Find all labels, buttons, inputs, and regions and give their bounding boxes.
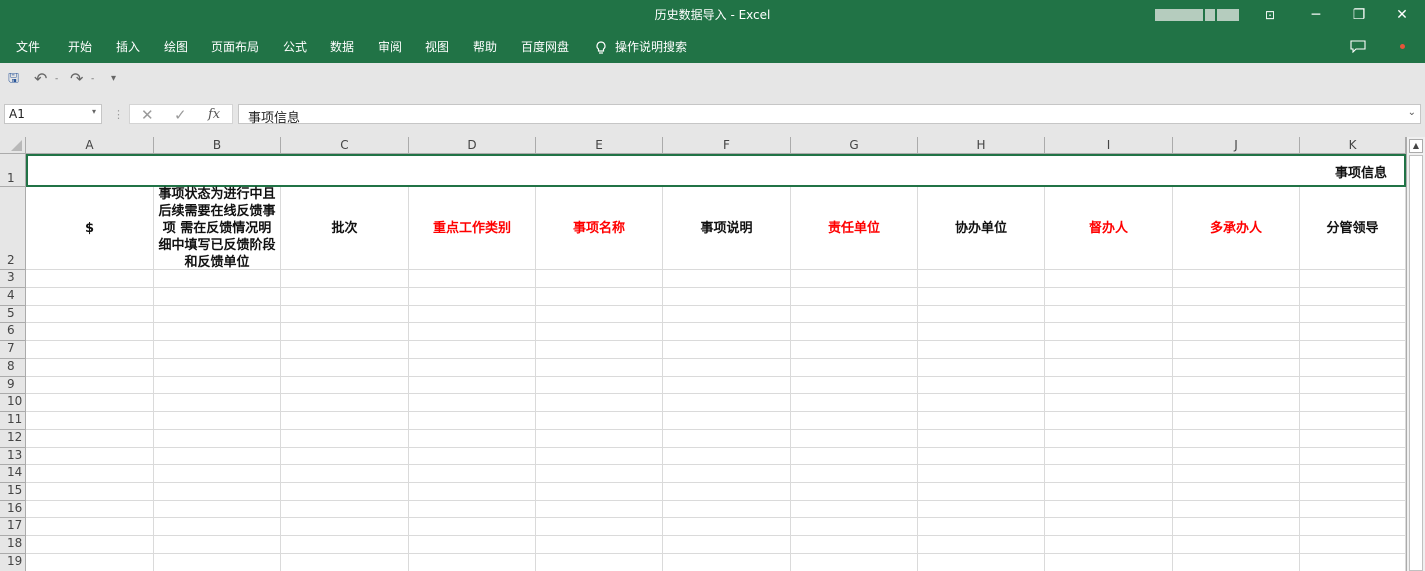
tab-insert[interactable]: 插入 — [116, 31, 140, 63]
enter-icon[interactable]: ✓ — [174, 106, 187, 124]
worksheet-grid[interactable]: A B C D E F G H I J K 1 2 3 4 5 6 7 8 9 … — [0, 137, 1406, 571]
tab-baidu-netdisk[interactable]: 百度网盘 — [521, 31, 569, 63]
tab-draw[interactable]: 绘图 — [164, 31, 188, 63]
column-header-k[interactable]: K — [1300, 137, 1406, 154]
row-header-19[interactable]: 19 — [0, 554, 26, 571]
tab-page-layout[interactable]: 页面布局 — [211, 31, 259, 63]
lightbulb-icon — [596, 40, 606, 54]
expand-formula-bar-icon[interactable]: ⌄ — [1408, 107, 1416, 118]
row-header-14[interactable]: 14 — [0, 465, 26, 483]
column-header-e[interactable]: E — [536, 137, 663, 154]
header-cell-g2[interactable]: 责任单位 — [791, 187, 918, 270]
sheet-title: 事项信息 — [1334, 166, 1387, 181]
save-icon[interactable]: 🖫 — [8, 71, 19, 87]
row-header-10[interactable]: 10 — [0, 394, 26, 412]
scrollbar-thumb[interactable] — [1409, 155, 1423, 571]
row-header-12[interactable]: 12 — [0, 430, 26, 448]
row-header-9[interactable]: 9 — [0, 377, 26, 394]
column-header-c[interactable]: C — [281, 137, 409, 154]
column-header-b[interactable]: B — [154, 137, 281, 154]
merged-title-cell-a1[interactable]: 事项信息 — [26, 154, 1406, 187]
formula-input[interactable]: 事项信息 ⌄ — [238, 104, 1421, 126]
row-header-7[interactable]: 7 — [0, 341, 26, 359]
column-header-j[interactable]: J — [1173, 137, 1300, 154]
tell-me-label: 操作说明搜索 — [615, 40, 688, 54]
header-cell-a2[interactable]: $ — [26, 187, 154, 270]
header-cell-k2[interactable]: 分管领导 — [1300, 187, 1406, 270]
row-header-2[interactable]: 2 — [0, 187, 26, 270]
comments-icon[interactable] — [1350, 40, 1366, 53]
header-cell-d2[interactable]: 重点工作类别 — [409, 187, 536, 270]
cancel-icon[interactable]: ✕ — [141, 106, 154, 124]
ribbon-tabs: 文件 开始 插入 绘图 页面布局 公式 数据 审阅 视图 帮助 百度网盘 操作说… — [0, 31, 1425, 63]
customize-qat-icon[interactable]: ▾ — [111, 71, 116, 87]
column-header-a[interactable]: A — [26, 137, 154, 154]
undo-dropdown-icon[interactable]: - — [55, 71, 58, 87]
row-header-11[interactable]: 11 — [0, 412, 26, 430]
notification-dot — [1400, 44, 1405, 49]
empty-cells-gridlines[interactable] — [26, 270, 1406, 571]
tab-file[interactable]: 文件 — [16, 31, 40, 63]
minimize-button[interactable]: ─ — [1293, 0, 1339, 31]
redo-dropdown-icon[interactable]: - — [91, 71, 94, 87]
insert-function-icon[interactable]: fx — [208, 107, 220, 122]
formula-bar: A1 ▾ ⋮ ✕ ✓ fx 事项信息 ⌄ — [0, 96, 1425, 137]
column-header-g[interactable]: G — [791, 137, 918, 154]
tab-formulas[interactable]: 公式 — [283, 31, 307, 63]
column-header-f[interactable]: F — [663, 137, 791, 154]
column-header-h[interactable]: H — [918, 137, 1045, 154]
row-header-5[interactable]: 5 — [0, 306, 26, 323]
vertical-scrollbar[interactable]: ▲ — [1406, 137, 1425, 571]
row-header-3[interactable]: 3 — [0, 270, 26, 288]
tab-help[interactable]: 帮助 — [473, 31, 497, 63]
tell-me-search[interactable]: 操作说明搜索 — [595, 31, 687, 63]
tab-home[interactable]: 开始 — [68, 31, 92, 63]
tab-data[interactable]: 数据 — [330, 31, 354, 63]
column-header-d[interactable]: D — [409, 137, 536, 154]
formula-value: 事项信息 — [248, 111, 301, 126]
close-button[interactable]: ✕ — [1379, 0, 1425, 31]
formula-bar-splitter[interactable]: ⋮ — [113, 108, 124, 121]
header-cell-c2[interactable]: 批次 — [281, 187, 409, 270]
redo-icon[interactable]: ↷ — [70, 71, 83, 87]
row-header-4[interactable]: 4 — [0, 288, 26, 306]
row-header-8[interactable]: 8 — [0, 359, 26, 377]
account-avatar[interactable] — [1155, 9, 1241, 21]
ribbon-display-options-button[interactable]: ⊡ — [1247, 0, 1293, 31]
name-box-value: A1 — [9, 107, 25, 121]
header-cell-j2[interactable]: 多承办人 — [1173, 187, 1300, 270]
header-cell-h2[interactable]: 协办单位 — [918, 187, 1045, 270]
row-header-13[interactable]: 13 — [0, 448, 26, 465]
tab-review[interactable]: 审阅 — [378, 31, 402, 63]
row-header-17[interactable]: 17 — [0, 518, 26, 536]
undo-icon[interactable]: ↶ — [34, 71, 47, 87]
header-cell-e2[interactable]: 事项名称 — [536, 187, 663, 270]
scroll-up-icon[interactable]: ▲ — [1409, 139, 1423, 153]
row-header-1[interactable]: 1 — [0, 154, 26, 187]
row-header-16[interactable]: 16 — [0, 501, 26, 518]
quick-access-toolbar: 🖫 ↶ - ↷ - ▾ — [0, 63, 1425, 96]
header-cell-i2[interactable]: 督办人 — [1045, 187, 1173, 270]
row-header-15[interactable]: 15 — [0, 483, 26, 501]
header-cell-b2[interactable]: 事项状态为进行中且后续需要在线反馈事项 需在反馈情况明细中填写已反馈阶段和反馈单… — [154, 187, 281, 270]
title-bar: 历史数据导入 - Excel ⊡ ─ ❐ ✕ — [0, 0, 1425, 31]
column-header-i[interactable]: I — [1045, 137, 1173, 154]
row-header-6[interactable]: 6 — [0, 323, 26, 341]
tab-view[interactable]: 视图 — [425, 31, 449, 63]
maximize-button[interactable]: ❐ — [1336, 0, 1382, 31]
formula-buttons: ✕ ✓ fx — [129, 104, 233, 124]
name-box[interactable]: A1 ▾ — [4, 104, 102, 124]
header-cell-f2[interactable]: 事项说明 — [663, 187, 791, 270]
row-header-18[interactable]: 18 — [0, 536, 26, 554]
select-all-button[interactable] — [0, 137, 26, 154]
chevron-down-icon[interactable]: ▾ — [92, 107, 96, 116]
